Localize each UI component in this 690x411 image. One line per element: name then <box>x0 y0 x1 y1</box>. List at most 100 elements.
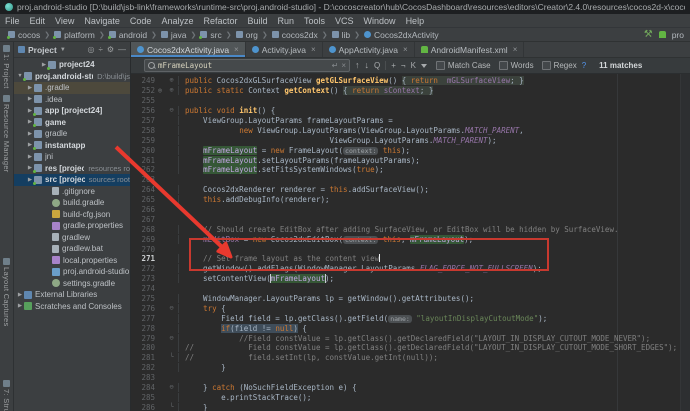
chevron-collapsed-icon[interactable]: ▶ <box>16 303 24 309</box>
menu-item-view[interactable]: View <box>50 16 79 26</box>
breadcrumb-item-cocos2dxactivity[interactable]: Cocos2dxActivity <box>362 30 441 40</box>
select-all-occurrences-icon[interactable]: K <box>411 61 416 70</box>
code-token: != <box>261 323 276 333</box>
find-option-match-case[interactable]: Match Case <box>435 61 491 70</box>
tree-item-src-project24-[interactable]: ▶src [project24]sources root <box>14 174 130 186</box>
gutter-gear-icon[interactable]: ◎ <box>155 87 165 94</box>
tree-item-project24[interactable]: ▶ project24 <box>14 59 130 71</box>
breadcrumb-item-java[interactable]: java <box>159 30 189 40</box>
tab-activity-java[interactable]: Activity.java × <box>246 42 323 57</box>
menu-item-window[interactable]: Window <box>359 16 401 26</box>
tree-item-build-gradle[interactable]: build.gradle <box>14 197 130 209</box>
breadcrumb-item-cocos[interactable]: cocos <box>6 30 42 40</box>
tree-item-app-project24-[interactable]: ▶ app [project24] <box>14 105 130 117</box>
tool-stripe-button-layout-captures[interactable]: Layout Captures <box>2 258 11 327</box>
chevron-collapsed-icon[interactable]: ▶ <box>26 96 34 102</box>
fold-marker-icon[interactable]: ⊖ <box>165 384 178 391</box>
tree-item--gradle[interactable]: ▶ .gradle <box>14 82 130 94</box>
regex-help-link[interactable]: ? <box>582 61 586 70</box>
tree-item-proj-android-studio[interactable]: ▼proj.android-studioD:\build\js <box>14 71 130 83</box>
build-hammer-icon[interactable]: ⚒ <box>644 29 653 40</box>
tree-item-jni[interactable]: ▶ jni <box>14 151 130 163</box>
tree-item-local-properties[interactable]: local.properties <box>14 255 130 267</box>
settings-gear-icon[interactable]: ⚙ <box>107 45 114 54</box>
project-view-selector[interactable]: Project ▼ <box>18 45 66 55</box>
chevron-collapsed-icon[interactable]: ▶ <box>26 85 34 91</box>
add-occurrence-icon[interactable]: + <box>391 61 396 70</box>
find-option-regex[interactable]: Regex <box>541 61 577 70</box>
menu-item-navigate[interactable]: Navigate <box>79 16 125 26</box>
hide-panel-icon[interactable]: ― <box>118 45 126 54</box>
clear-search-icon[interactable]: × <box>341 61 346 70</box>
tree-item--idea[interactable]: ▶ .idea <box>14 94 130 106</box>
find-all-icon[interactable]: Q <box>374 61 380 70</box>
menu-item-run[interactable]: Run <box>273 16 300 26</box>
breadcrumb-item-lib[interactable]: lib <box>330 30 353 40</box>
menu-item-tools[interactable]: Tools <box>299 16 330 26</box>
fold-marker-icon[interactable]: ⊖ <box>165 107 178 114</box>
code-token: ); <box>532 264 542 274</box>
fold-marker-icon[interactable]: ⊕ <box>165 77 178 84</box>
menu-item-edit[interactable]: Edit <box>25 16 51 26</box>
filter-icon[interactable] <box>420 63 427 68</box>
search-input[interactable]: mFrameLayout ↵ × <box>144 59 350 72</box>
fold-marker-icon[interactable]: ╰ <box>165 354 178 361</box>
tree-item--gitignore[interactable]: .gitignore <box>14 186 130 198</box>
tree-item-gradlew-bat[interactable]: gradlew.bat <box>14 243 130 255</box>
find-option-words[interactable]: Words <box>498 61 534 70</box>
tool-stripe-button-7-structure[interactable]: 7: Structure <box>2 380 11 411</box>
menu-item-help[interactable]: Help <box>401 16 430 26</box>
tree-item-instantapp[interactable]: ▶ instantapp <box>14 140 130 152</box>
collapse-all-icon[interactable]: ÷ <box>98 45 102 54</box>
close-tab-icon[interactable]: × <box>513 45 518 54</box>
menu-item-vcs[interactable]: VCS <box>330 16 359 26</box>
tree-item-gradle-properties[interactable]: gradle.properties <box>14 220 130 232</box>
breadcrumb-label: cocos <box>18 29 41 40</box>
newline-icon[interactable]: ↵ <box>332 61 339 70</box>
next-occurrence-icon[interactable]: ↓ <box>365 61 370 70</box>
menu-item-code[interactable]: Code <box>125 16 157 26</box>
chevron-collapsed-icon[interactable]: ▶ <box>26 154 34 160</box>
chevron-collapsed-icon[interactable]: ▶ <box>26 131 34 137</box>
close-tab-icon[interactable]: × <box>234 45 239 54</box>
code-token: return <box>410 76 447 86</box>
tool-stripe-button-1-project[interactable]: 1: Project <box>2 45 11 89</box>
tree-item-settings-gradle[interactable]: settings.gradle <box>14 278 130 290</box>
tree-item-build-cfg-json[interactable]: build-cfg.json <box>14 209 130 221</box>
close-tab-icon[interactable]: × <box>403 45 408 54</box>
breadcrumb-item-cocos2dx[interactable]: cocos2dx <box>270 30 320 40</box>
exclude-occurrence-icon[interactable]: ¬ <box>401 61 406 70</box>
locate-file-icon[interactable]: ◎ <box>87 45 94 54</box>
breadcrumb-item-android[interactable]: android <box>107 30 149 40</box>
tree-item-gradlew[interactable]: gradlew <box>14 232 130 244</box>
fold-marker-icon[interactable]: ⊖ <box>165 334 178 342</box>
menu-item-file[interactable]: File <box>0 16 25 26</box>
tree-item-scratches-and-consoles[interactable]: ▶ Scratches and Consoles <box>14 301 130 313</box>
tree-item-external-libraries[interactable]: ▶ External Libraries <box>14 289 130 301</box>
breadcrumb-label: src <box>210 29 222 40</box>
tab-cocos2dxactivity-java[interactable]: Cocos2dxActivity.java × <box>131 42 246 57</box>
navigation-bar: cocos ❯ platform ❯ android ❯ java ❯ src ❯ org ❯ coco… <box>0 27 690 42</box>
breadcrumb-item-src[interactable]: src <box>198 30 223 40</box>
tree-item-gradle[interactable]: ▶ gradle <box>14 128 130 140</box>
tool-stripe-button-resource-manager[interactable]: Resource Manager <box>2 94 11 172</box>
fold-marker-icon[interactable]: ⊖ <box>165 304 178 312</box>
tree-item-proj-android-studio-iml[interactable]: proj.android-studio.iml <box>14 266 130 278</box>
close-tab-icon[interactable]: × <box>311 45 316 54</box>
run-configuration[interactable]: pro <box>658 30 684 40</box>
tree-item-res-project24-[interactable]: ▶res [project24]resources ro <box>14 163 130 175</box>
menu-item-build[interactable]: Build <box>242 16 272 26</box>
code-editor[interactable]: 249 ⊕ public Cocos2dxGLSurfaceView getGLSu… <box>131 74 690 411</box>
menu-item-analyze[interactable]: Analyze <box>156 16 198 26</box>
fold-marker-icon[interactable]: ╰ <box>165 403 178 411</box>
class-icon <box>137 46 144 53</box>
tab-androidmanifest-xml[interactable]: AndroidManifest.xml × <box>415 42 525 57</box>
breadcrumb-item-org[interactable]: org <box>234 30 260 40</box>
breadcrumb-item-platform[interactable]: platform <box>52 30 97 40</box>
previous-occurrence-icon[interactable]: ↑ <box>355 61 360 70</box>
fold-marker-icon[interactable]: ⊕ <box>165 87 178 94</box>
menu-item-refactor[interactable]: Refactor <box>198 16 242 26</box>
tab-appactivity-java[interactable]: AppActivity.java × <box>323 42 415 57</box>
tree-item-game[interactable]: ▶ game <box>14 117 130 129</box>
chevron-collapsed-icon[interactable]: ▶ <box>16 292 24 298</box>
